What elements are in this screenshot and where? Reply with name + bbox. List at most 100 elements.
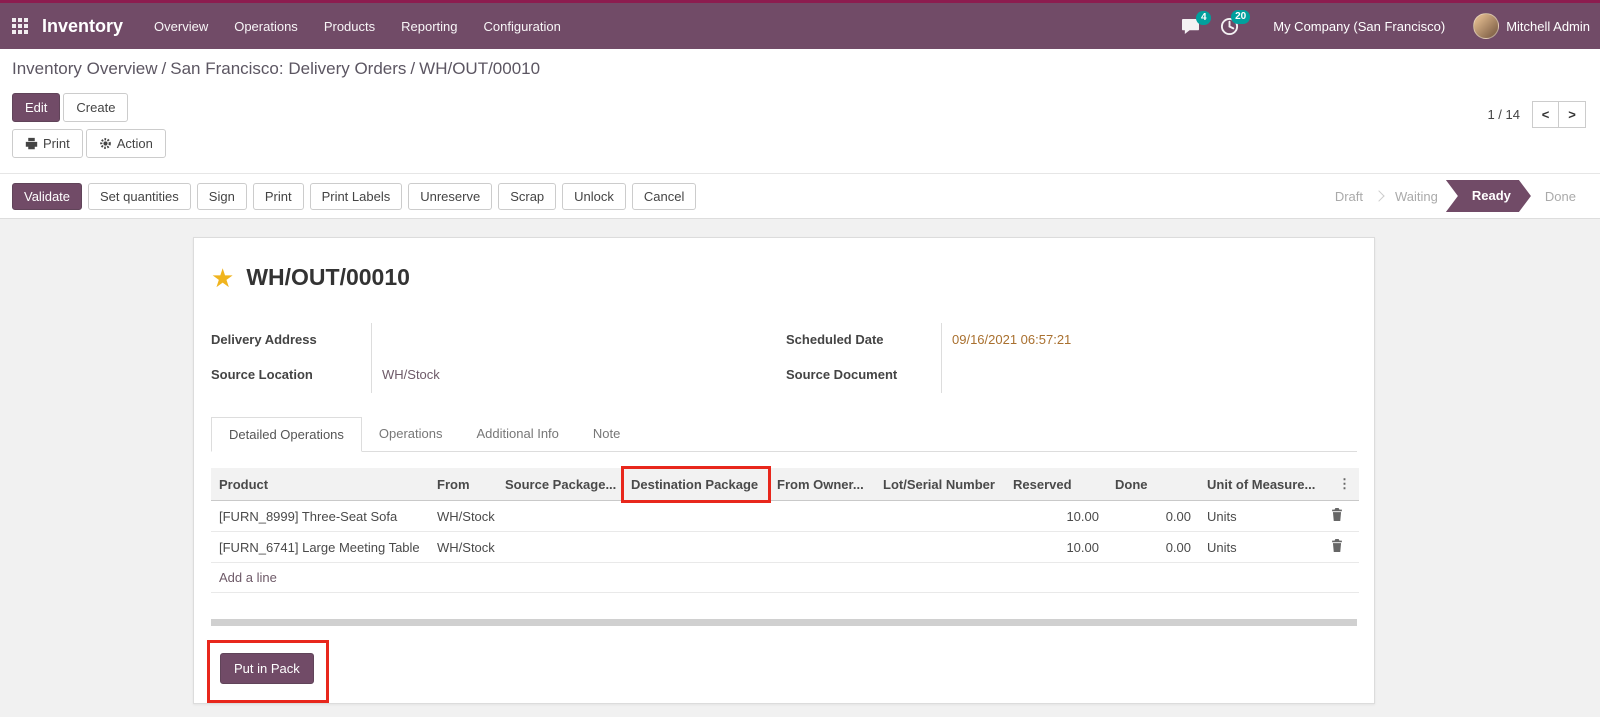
stage-ready[interactable]: Ready (1446, 180, 1531, 212)
breadcrumb-inventory-overview[interactable]: Inventory Overview (12, 59, 158, 78)
control-panel: Inventory Overview / San Francisco: Delive… (0, 49, 1600, 173)
nav-menu-overview[interactable]: Overview (141, 5, 221, 48)
cell-from-owner (769, 500, 875, 532)
breadcrumb: Inventory Overview / San Francisco: Delive… (12, 59, 1600, 79)
breadcrumb-current: WH/OUT/00010 (419, 59, 541, 78)
cell-lot-serial (875, 531, 1005, 563)
document-title: WH/OUT/00010 (246, 264, 410, 290)
col-destination-package-highlighted: Destination Package (621, 466, 771, 503)
favorite-star-icon[interactable]: ★ (211, 265, 234, 291)
messages-badge: 4 (1196, 10, 1212, 25)
col-product: Product (211, 468, 429, 501)
cell-reserved: 10.00 (1005, 500, 1107, 532)
delete-row-button[interactable] (1327, 539, 1347, 552)
add-line-row: Add a line (211, 562, 1359, 593)
tab-operations[interactable]: Operations (362, 417, 460, 451)
messages-icon[interactable]: 4 (1181, 10, 1212, 35)
activities-badge: 20 (1231, 9, 1251, 24)
delivery-address-label: Delivery Address (211, 332, 317, 347)
col-from: From (429, 468, 497, 501)
create-button[interactable]: Create (63, 93, 129, 122)
breadcrumb-separator: / (161, 59, 167, 78)
user-name[interactable]: Mitchell Admin (1506, 19, 1590, 34)
cell-from: WH/Stock (429, 500, 497, 532)
apps-grid-icon[interactable] (12, 18, 28, 34)
tab-detailed-operations[interactable]: Detailed Operations (211, 417, 362, 452)
detailed-operations-table: Product From Source Package... Destinati… (211, 466, 1359, 593)
scrap-button[interactable]: Scrap (498, 182, 557, 210)
cancel-button[interactable]: Cancel (631, 182, 697, 210)
action-menu-button[interactable]: Action (85, 129, 166, 158)
col-done: Done (1107, 468, 1199, 501)
put-in-pack-button[interactable]: Put in Pack (220, 653, 314, 684)
col-lot-serial-number: Lot/Serial Number (875, 468, 1005, 501)
content-area: ★ WH/OUT/00010 Delivery Address Source L… (0, 219, 1600, 717)
stage-draft[interactable]: Draft (1321, 189, 1377, 204)
printer-icon (25, 137, 38, 150)
horizontal-scrollbar[interactable] (211, 619, 1357, 626)
cell-done: 0.00 (1107, 500, 1199, 532)
unreserve-button[interactable]: Unreserve (408, 182, 493, 210)
scheduled-date-label: Scheduled Date (786, 332, 884, 347)
source-location-label: Source Location (211, 367, 313, 382)
tab-note[interactable]: Note (576, 417, 637, 451)
breadcrumb-separator: / (410, 59, 416, 78)
unlock-button[interactable]: Unlock (562, 182, 626, 210)
cell-destination-package (623, 531, 769, 563)
navbar: Inventory Overview Operations Products R… (0, 3, 1600, 49)
status-pipeline: Draft Waiting Ready Done (1321, 180, 1590, 212)
col-unit-of-measure: Unit of Measure... (1199, 468, 1319, 501)
table-row[interactable]: [FURN_8999] Three-Seat Sofa WH/Stock 10.… (211, 500, 1359, 532)
edit-button[interactable]: Edit (12, 93, 61, 122)
highlight-box: Put in Pack (207, 640, 329, 703)
form-sheet: ★ WH/OUT/00010 Delivery Address Source L… (193, 237, 1375, 704)
cell-from-owner (769, 531, 875, 563)
table-row[interactable]: [FURN_6741] Large Meeting Table WH/Stock… (211, 531, 1359, 563)
gear-icon (99, 138, 111, 149)
pager-next-button[interactable]: > (1559, 101, 1586, 128)
col-reserved: Reserved (1005, 468, 1107, 501)
notebook-tabs: Detailed Operations Operations Additiona… (211, 417, 1357, 452)
nav-menu-configuration[interactable]: Configuration (471, 5, 574, 48)
add-a-line-link[interactable]: Add a line (219, 570, 277, 585)
cell-lot-serial (875, 500, 1005, 532)
nav-menu-reporting[interactable]: Reporting (388, 5, 470, 48)
stage-done[interactable]: Done (1531, 189, 1590, 204)
pager: 1 / 14 < > (1487, 101, 1586, 128)
user-avatar[interactable] (1473, 13, 1500, 39)
nav-menu-operations[interactable]: Operations (221, 5, 311, 48)
pager-previous-button[interactable]: < (1532, 101, 1559, 128)
source-document-value (941, 358, 1357, 393)
trash-icon (1332, 508, 1342, 521)
cell-uom: Units (1199, 531, 1319, 563)
print-labels-button[interactable]: Print Labels (309, 182, 403, 210)
col-from-owner: From Owner... (769, 468, 875, 501)
delete-row-button[interactable] (1327, 508, 1347, 521)
tab-additional-info[interactable]: Additional Info (460, 417, 576, 451)
app-name[interactable]: Inventory (42, 16, 123, 37)
print-button[interactable]: Print (252, 182, 304, 210)
cell-done: 0.00 (1107, 531, 1199, 563)
cell-from: WH/Stock (429, 531, 497, 563)
sign-button[interactable]: Sign (196, 182, 247, 210)
source-location-value[interactable]: WH/Stock (371, 358, 786, 393)
delivery-address-value (371, 323, 786, 358)
nav-menu-products[interactable]: Products (311, 5, 388, 48)
validate-button[interactable]: Validate (12, 182, 83, 210)
optional-columns-icon[interactable]: ⋮ (1338, 476, 1351, 492)
set-quantities-button[interactable]: Set quantities (88, 182, 191, 210)
cell-product: [FURN_6741] Large Meeting Table (211, 531, 429, 563)
stage-waiting[interactable]: Waiting (1381, 189, 1452, 204)
cell-product: [FURN_8999] Three-Seat Sofa (211, 500, 429, 532)
breadcrumb-delivery-orders[interactable]: San Francisco: Delivery Orders (170, 59, 406, 78)
cell-reserved: 10.00 (1005, 531, 1107, 563)
trash-icon (1332, 539, 1342, 552)
source-document-label: Source Document (786, 367, 898, 382)
statusbar: Validate Set quantities Sign Print Print… (0, 173, 1600, 219)
activities-icon[interactable]: 20 (1220, 9, 1251, 36)
scheduled-date-value: 09/16/2021 06:57:21 (941, 323, 1357, 358)
print-menu-button[interactable]: Print (12, 129, 83, 158)
cell-destination-package (623, 500, 769, 532)
cell-uom: Units (1199, 500, 1319, 532)
company-switcher[interactable]: My Company (San Francisco) (1273, 19, 1445, 34)
